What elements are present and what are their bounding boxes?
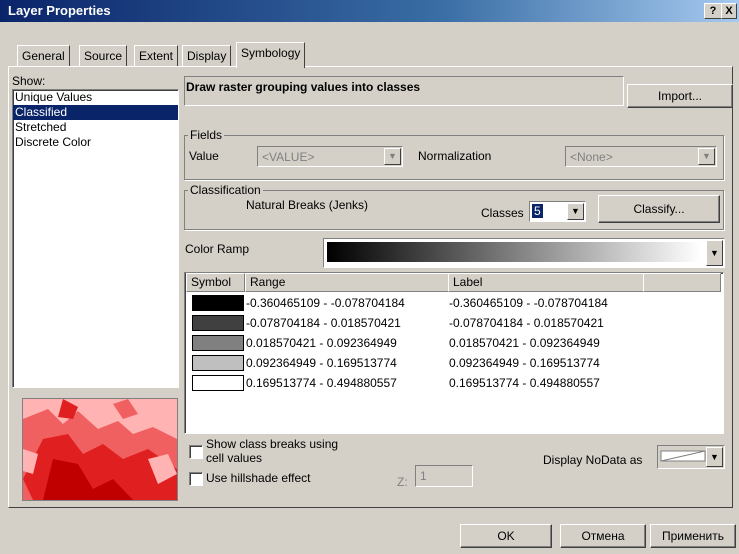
range-cell: -0.360465109 - -0.078704184: [246, 296, 405, 310]
show-item-discrete-color[interactable]: Discrete Color: [13, 135, 178, 150]
chevron-down-icon: ▼: [706, 240, 723, 266]
cancel-button[interactable]: Отмена: [560, 524, 646, 548]
label-cell: -0.078704184 - 0.018570421: [449, 316, 604, 330]
z-label: Z:: [397, 475, 408, 489]
header-range[interactable]: Range: [245, 273, 449, 292]
use-hillshade-checkbox[interactable]: [189, 472, 203, 486]
window-title: Layer Properties: [8, 3, 111, 18]
z-value: 1: [420, 469, 427, 483]
label-cell: 0.092364949 - 0.169513774: [449, 356, 600, 370]
header-label[interactable]: Label: [448, 273, 644, 292]
range-cell: -0.078704184 - 0.018570421: [246, 316, 401, 330]
raster-preview: [23, 399, 177, 500]
tab-symbology[interactable]: Symbology: [236, 42, 306, 68]
nodata-label: Display NoData as: [543, 453, 643, 467]
table-row[interactable]: -0.078704184 - 0.018570421 -0.078704184 …: [186, 313, 716, 333]
range-cell: 0.092364949 - 0.169513774: [246, 356, 397, 370]
header-blank: [643, 273, 721, 292]
value-dropdown-text: <VALUE>: [262, 150, 315, 164]
symbol-swatch[interactable]: [192, 295, 244, 311]
color-ramp-gradient: [327, 242, 701, 262]
tab-general[interactable]: General: [17, 45, 70, 67]
chevron-down-icon: ▼: [698, 148, 715, 165]
normalization-dropdown[interactable]: <None> ▼: [565, 146, 717, 167]
table-row[interactable]: 0.018570421 - 0.092364949 0.018570421 - …: [186, 333, 716, 353]
heading: Draw raster grouping values into classes: [186, 80, 421, 94]
color-ramp-dropdown[interactable]: ▼: [323, 238, 725, 268]
tab-display[interactable]: Display: [182, 45, 232, 67]
tab-source[interactable]: Source: [79, 45, 128, 67]
classify-button[interactable]: Classify...: [598, 195, 720, 223]
help-button[interactable]: ?: [704, 3, 722, 19]
symbol-swatch[interactable]: [192, 315, 244, 331]
show-list: Unique Values Classified Stretched Discr…: [12, 89, 179, 388]
show-item-stretched[interactable]: Stretched: [13, 120, 178, 135]
value-dropdown[interactable]: <VALUE> ▼: [257, 146, 403, 167]
nodata-swatch-icon: [660, 450, 706, 462]
tab-extent[interactable]: Extent: [134, 45, 179, 67]
symbol-swatch[interactable]: [192, 335, 244, 351]
show-class-breaks-label: Show class breaks using cell values: [206, 437, 339, 465]
header-symbol[interactable]: Symbol: [186, 273, 245, 292]
color-ramp-label: Color Ramp: [185, 242, 250, 256]
chevron-down-icon: ▼: [384, 148, 401, 165]
ok-button[interactable]: OK: [460, 524, 552, 548]
show-item-classified[interactable]: Classified: [13, 105, 178, 120]
normalization-label: Normalization: [418, 149, 492, 163]
preview-image: [22, 398, 178, 501]
chevron-down-icon: ▼: [706, 447, 723, 467]
label-cell: 0.018570421 - 0.092364949: [449, 336, 600, 350]
nodata-color-dropdown[interactable]: ▼: [657, 445, 725, 469]
label-cell: -0.360465109 - -0.078704184: [449, 296, 608, 310]
normalization-dropdown-text: <None>: [570, 150, 613, 164]
use-hillshade-label: Use hillshade effect: [206, 471, 311, 485]
table-row[interactable]: 0.169513774 - 0.494880557 0.169513774 - …: [186, 373, 716, 393]
label-cell: 0.169513774 - 0.494880557: [449, 376, 600, 390]
symbol-swatch[interactable]: [192, 355, 244, 371]
range-cell: 0.018570421 - 0.092364949: [246, 336, 397, 350]
classes-dropdown[interactable]: 5 ▼: [529, 201, 586, 222]
import-button[interactable]: Import...: [627, 84, 733, 108]
classes-value: 5: [532, 204, 543, 218]
close-button[interactable]: X: [721, 3, 737, 19]
table-row[interactable]: -0.360465109 - -0.078704184 -0.360465109…: [186, 293, 716, 313]
z-input[interactable]: 1: [415, 465, 473, 487]
show-class-breaks-checkbox[interactable]: [189, 445, 203, 459]
symbol-swatch[interactable]: [192, 375, 244, 391]
classification-method: Natural Breaks (Jenks): [246, 198, 369, 212]
title-bar: [0, 0, 739, 22]
table-row[interactable]: 0.092364949 - 0.169513774 0.092364949 - …: [186, 353, 716, 373]
chevron-down-icon: ▼: [567, 203, 584, 220]
show-item-unique-values[interactable]: Unique Values: [13, 90, 178, 105]
fields-group-label: Fields: [188, 128, 225, 142]
value-label: Value: [189, 149, 219, 163]
classification-group-label: Classification: [188, 183, 263, 197]
classes-label: Classes: [481, 206, 524, 220]
show-label: Show:: [12, 74, 46, 88]
range-cell: 0.169513774 - 0.494880557: [246, 376, 397, 390]
apply-button[interactable]: Применить: [650, 524, 736, 548]
